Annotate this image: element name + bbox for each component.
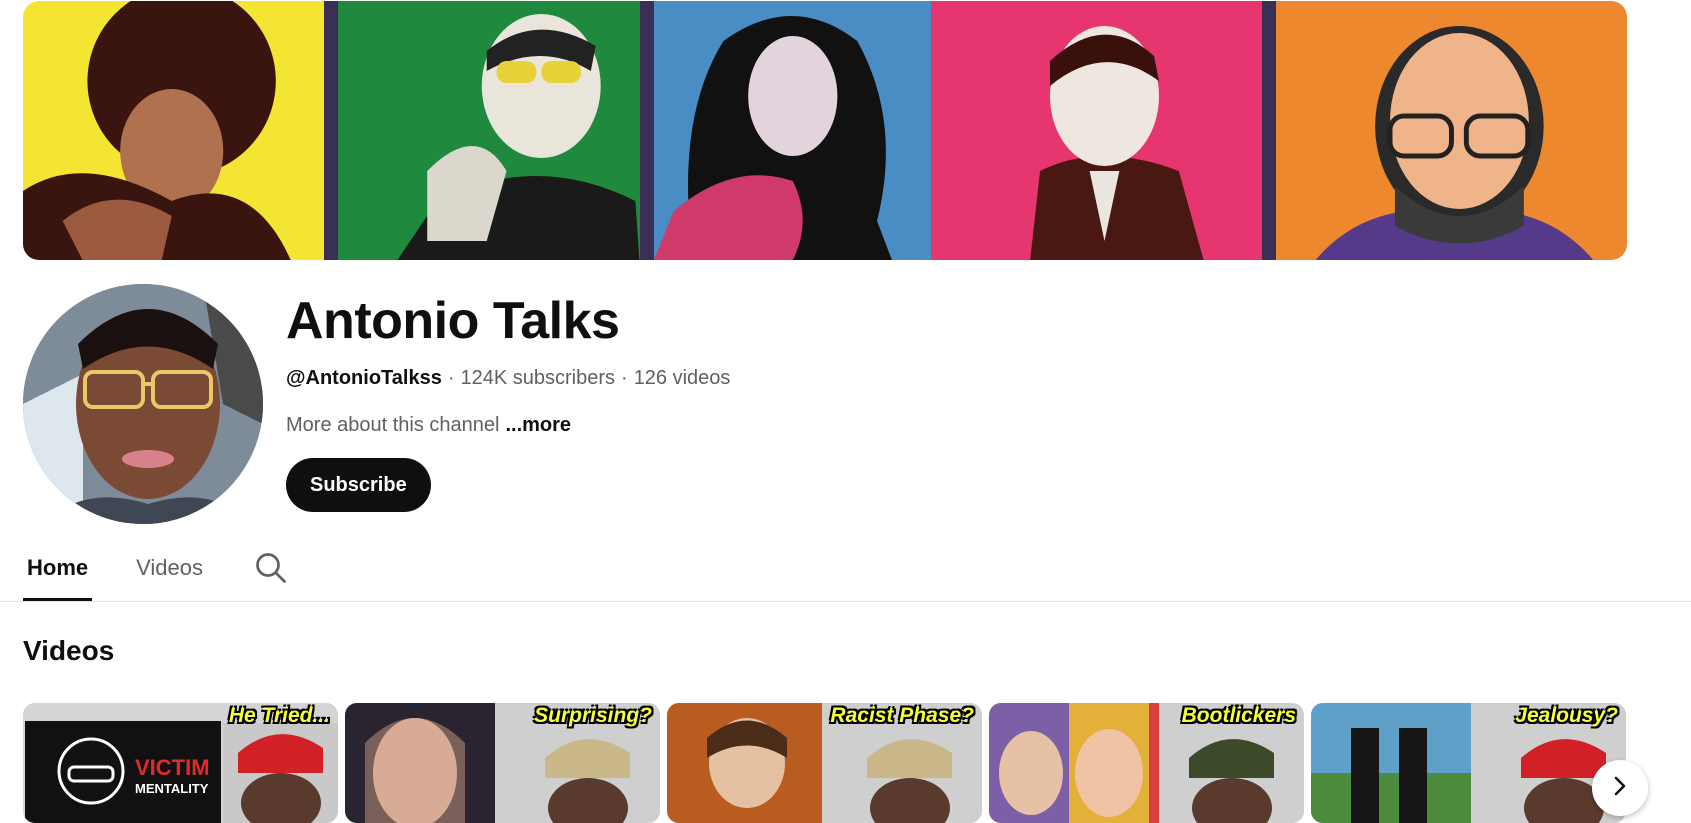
banner-panel-3	[653, 1, 932, 260]
video-thumbnail[interactable]: Racist Phase?	[667, 703, 982, 823]
channel-banner	[23, 1, 1627, 260]
banner-panel-2	[338, 1, 640, 260]
banner-divider	[639, 1, 654, 260]
video-thumbnail[interactable]: Bootlickers	[989, 703, 1304, 823]
channel-handle: @AntonioTalkss	[286, 367, 442, 389]
banner-panel-4	[931, 1, 1263, 260]
videos-section-title: Videos	[23, 635, 115, 666]
thumbnail-caption: Jealousy?	[1515, 704, 1618, 727]
thumbnail-caption: Bootlickers	[1181, 704, 1296, 727]
shelf-next-button[interactable]	[1592, 760, 1648, 816]
channel-name: Antonio Talks	[286, 292, 620, 350]
more-link[interactable]: ...more	[505, 414, 571, 436]
banner-panel-1	[23, 1, 325, 260]
thumbnail-title-graphic: VICTIM	[135, 755, 210, 780]
channel-about[interactable]: More about this channel ...more	[286, 411, 571, 439]
video-count: 126 videos	[633, 367, 731, 389]
tab-videos[interactable]: Videos	[132, 534, 207, 601]
video-shelf: VICTIM MENTALITY He Tried... Surprising?…	[23, 703, 1626, 823]
tab-home[interactable]: Home	[23, 534, 93, 601]
thumbnail-caption: He Tried...	[228, 704, 330, 727]
helmet-icon	[57, 737, 125, 805]
meta-separator: ·	[447, 367, 455, 389]
banner-divider	[324, 1, 339, 260]
thumbnail-subtitle-graphic: MENTALITY	[135, 781, 209, 796]
tabs-divider	[0, 601, 1691, 602]
video-thumbnail[interactable]: Jealousy?	[1311, 703, 1626, 823]
thumbnail-caption: Surprising?	[534, 704, 652, 727]
video-thumbnail[interactable]: Surprising?	[345, 703, 660, 823]
subscriber-count: 124K subscribers	[460, 367, 616, 389]
channel-tabs: Home Videos	[23, 534, 289, 601]
chevron-right-icon	[1614, 776, 1626, 796]
channel-avatar[interactable]	[23, 284, 263, 524]
about-text: More about this channel	[286, 414, 500, 436]
banner-panel-5	[1276, 1, 1627, 260]
search-icon[interactable]	[253, 550, 289, 586]
banner-divider	[1262, 1, 1277, 260]
subscribe-button[interactable]: Subscribe	[286, 458, 431, 512]
channel-meta: @AntonioTalkss · 124K subscribers · 126 vide…	[286, 364, 730, 392]
video-thumbnail[interactable]: VICTIM MENTALITY He Tried...	[23, 703, 338, 823]
thumbnail-caption: Racist Phase?	[830, 704, 974, 727]
meta-separator: ·	[621, 367, 628, 389]
